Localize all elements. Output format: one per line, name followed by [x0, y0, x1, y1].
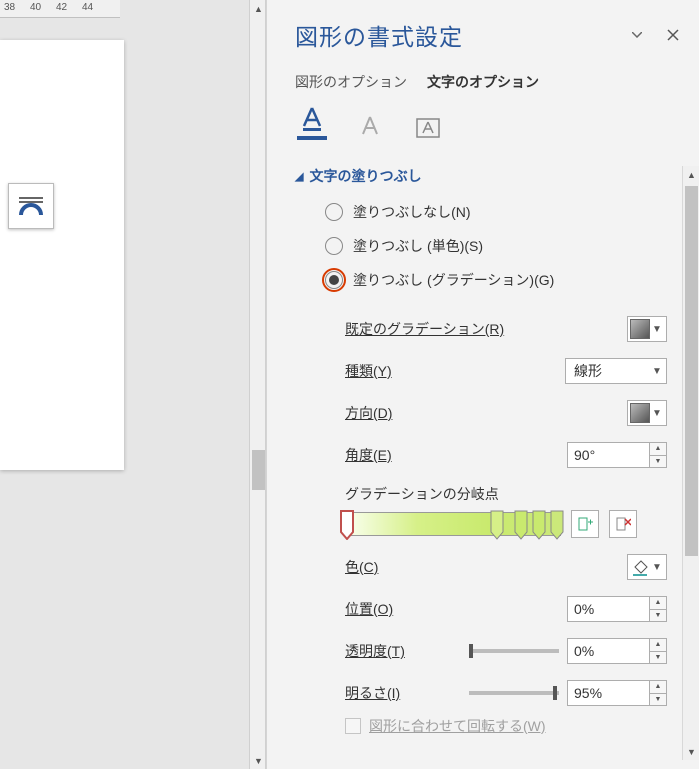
close-icon — [667, 29, 679, 41]
transparency-slider[interactable] — [469, 649, 559, 653]
gradient-stop[interactable] — [490, 510, 504, 540]
document-area — [0, 18, 248, 769]
brightness-label: 明るさ(I) — [345, 683, 461, 703]
chevron-down-icon: ▼ — [650, 366, 664, 377]
panel-scrollbar[interactable]: ▲ ▼ — [682, 166, 699, 760]
chevron-down-icon: ▼ — [650, 408, 664, 419]
format-shape-panel: 図形の書式設定 図形のオプション 文字のオプション — [266, 0, 699, 769]
radio-no-fill[interactable]: 塗りつぶしなし(N) — [325, 202, 683, 222]
collapse-icon: ◢ — [295, 170, 303, 183]
scroll-up-icon[interactable]: ▲ — [683, 166, 699, 183]
panel-title: 図形の書式設定 — [295, 18, 613, 52]
scroll-up-icon[interactable]: ▲ — [250, 0, 267, 17]
chevron-down-icon — [632, 32, 642, 38]
horizontal-ruler: 38 40 42 44 — [0, 0, 120, 18]
checkbox-icon — [345, 718, 361, 734]
transparency-spinner[interactable]: ▲▼ — [567, 638, 667, 664]
position-spinner[interactable]: ▲▼ — [567, 596, 667, 622]
transparency-label: 透明度(T) — [345, 641, 461, 661]
angle-label: 角度(E) — [345, 445, 567, 465]
angle-spinner[interactable]: ▲▼ — [567, 442, 667, 468]
section-text-fill[interactable]: ◢ 文字の塗りつぶし — [295, 166, 683, 186]
layout-options-button[interactable] — [8, 183, 54, 229]
gradient-stops-label: グラデーションの分岐点 — [345, 484, 667, 504]
brightness-spinner[interactable]: ▲▼ — [567, 680, 667, 706]
remove-stop-icon — [615, 516, 631, 532]
chevron-down-icon: ▼ — [650, 562, 664, 573]
textbox-tab[interactable] — [413, 106, 443, 140]
radio-icon — [325, 271, 343, 289]
position-input[interactable] — [567, 596, 649, 622]
type-label: 種類(Y) — [345, 361, 565, 381]
spin-up[interactable]: ▲ — [649, 638, 667, 651]
direction-label: 方向(D) — [345, 403, 627, 423]
text-fill-icon — [301, 106, 323, 132]
wrap-text-icon — [16, 193, 46, 219]
radio-icon — [325, 237, 343, 255]
tab-shape-options[interactable]: 図形のオプション — [295, 72, 407, 92]
type-dropdown[interactable]: 線形 ▼ — [565, 358, 667, 384]
position-label: 位置(O) — [345, 599, 559, 619]
paint-bucket-icon — [630, 557, 650, 577]
text-effects-tab[interactable] — [355, 106, 385, 140]
scroll-down-icon[interactable]: ▼ — [683, 743, 699, 760]
document-page — [0, 40, 124, 470]
gradient-stop[interactable] — [340, 510, 354, 540]
gradient-stop[interactable] — [550, 510, 564, 540]
chevron-down-icon: ▼ — [650, 324, 664, 335]
gradient-stop[interactable] — [532, 510, 546, 540]
gradient-stops-bar[interactable] — [345, 512, 561, 536]
radio-icon — [325, 203, 343, 221]
scrollbar-thumb[interactable] — [252, 450, 265, 490]
remove-stop-button[interactable] — [609, 510, 637, 538]
text-effects-icon — [359, 114, 381, 140]
spin-down[interactable]: ▼ — [649, 693, 667, 707]
add-stop-button[interactable] — [571, 510, 599, 538]
spin-down[interactable]: ▼ — [649, 609, 667, 623]
gradient-stop[interactable] — [514, 510, 528, 540]
swatch-icon — [630, 403, 650, 423]
direction-dropdown[interactable]: ▼ — [627, 400, 667, 426]
spin-down[interactable]: ▼ — [649, 455, 667, 469]
spin-up[interactable]: ▲ — [649, 442, 667, 455]
transparency-input[interactable] — [567, 638, 649, 664]
rotate-with-shape-checkbox: 図形に合わせて回転する(W) — [295, 706, 683, 736]
preset-gradient-label: 既定のグラデーション(R) — [345, 319, 627, 339]
swatch-icon — [630, 319, 650, 339]
spin-up[interactable]: ▲ — [649, 680, 667, 693]
spin-up[interactable]: ▲ — [649, 596, 667, 609]
text-fill-outline-tab[interactable] — [297, 106, 327, 140]
radio-gradient-fill[interactable]: 塗りつぶし (グラデーション)(G) — [325, 270, 683, 290]
brightness-slider[interactable] — [469, 691, 559, 695]
color-dropdown[interactable]: ▼ — [627, 554, 667, 580]
color-label: 色(C) — [345, 557, 627, 577]
add-stop-icon — [577, 516, 593, 532]
textbox-icon — [416, 118, 440, 140]
spin-down[interactable]: ▼ — [649, 651, 667, 665]
brightness-input[interactable] — [567, 680, 649, 706]
radio-solid-fill[interactable]: 塗りつぶし (単色)(S) — [325, 236, 683, 256]
angle-input[interactable] — [567, 442, 649, 468]
panel-options-button[interactable] — [625, 23, 649, 47]
tab-text-options[interactable]: 文字のオプション — [427, 72, 539, 92]
preset-gradient-dropdown[interactable]: ▼ — [627, 316, 667, 342]
scrollbar-thumb[interactable] — [685, 186, 698, 556]
close-button[interactable] — [661, 23, 685, 47]
scroll-down-icon[interactable]: ▼ — [250, 752, 267, 769]
document-scrollbar[interactable]: ▲ ▼ — [249, 0, 266, 769]
